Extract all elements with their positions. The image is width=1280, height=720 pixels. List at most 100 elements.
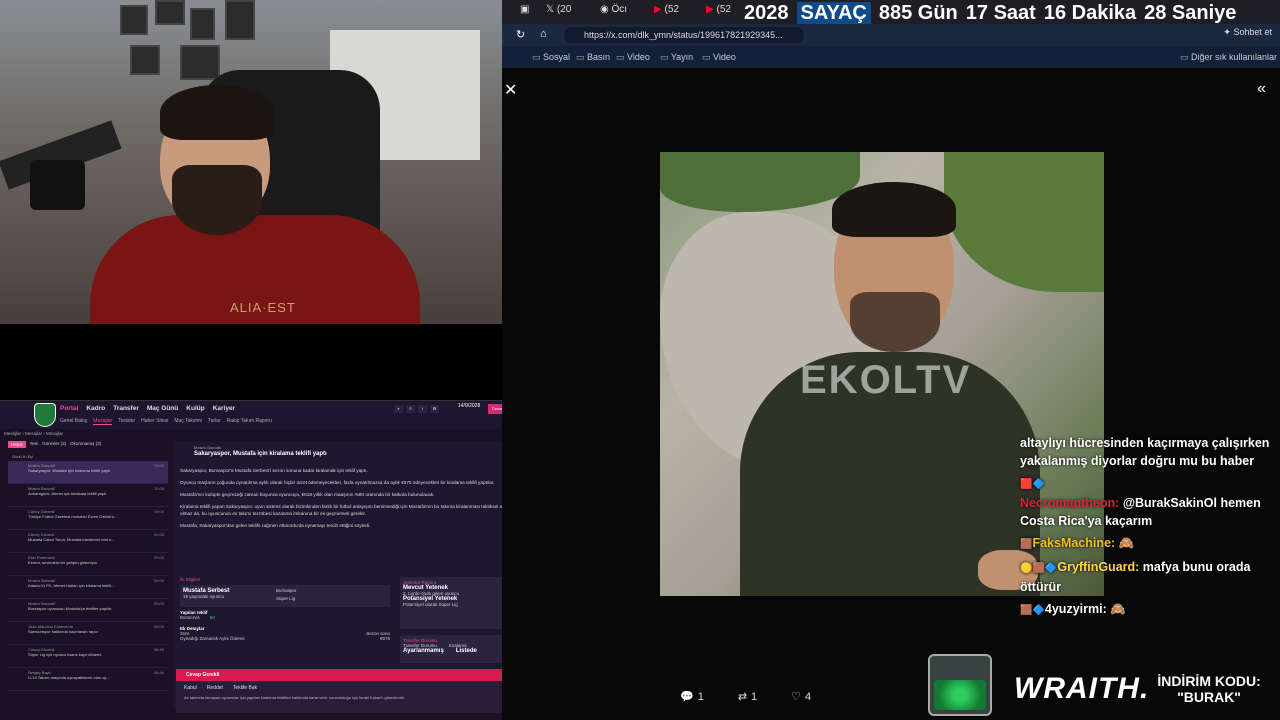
url-bar[interactable]: https://x.com/dlk_ymn/status/19961782192… [564,27,804,43]
extra-key: Oynadığı Zamanlık Aylık Ödeme [180,636,245,641]
player-card[interactable]: Mustafa Serbest Bursaspor Süper Lig 19 y… [180,585,390,607]
promo-value: "BURAK" [1177,689,1241,705]
tab-chrome[interactable]: ◉ Öcı [600,4,627,15]
search-icon[interactable]: ⌕ [394,405,403,413]
badge-icons: 🟡🟫🔷 [1020,563,1058,574]
accept-button[interactable]: Kabul [184,685,197,691]
msg-time: 09:00 [153,624,164,629]
game-topbar: Portal Kadro Transfer Maç Günü Kulüp Kar… [0,401,566,429]
tab-x[interactable]: 𝕏 (20 [546,4,571,15]
extra-value: €575 [379,636,390,641]
repost-button[interactable]: ⇄ 1 [738,690,757,704]
subnav-tours[interactable]: Turlar [208,418,221,425]
tab-label: (20 [556,4,572,15]
nav-matchday[interactable]: Maç Günü [147,405,178,412]
detail-body: Sakaryaspor, Bursaspor'a Mustafa Serbest… [180,467,540,534]
reject-button[interactable]: Reddet [207,685,223,691]
list-item[interactable]: Mosim Savcıdil Sakaryaspor, Mustafa için … [8,461,168,484]
subnav-fixtures[interactable]: Maç Takvimi [174,418,201,425]
alert-icon[interactable]: ! [418,405,427,413]
msg-time: 10:02 [153,463,164,468]
collapse-icon[interactable]: « [1257,80,1266,98]
chat-button[interactable]: ✦ Sohbet et [1223,27,1272,38]
msg-time: 08:49 [153,647,164,652]
list-item[interactable]: Juan Mauricio Echeverrie Samsunspor hakkı… [8,622,168,645]
streamer-beard [172,165,262,235]
list-item[interactable]: Sergey Bayk U-19 Takımı maçında oynayabil… [8,668,168,691]
game-sub-nav: Genel Bakış Mesajlar Tesisler Haber Site… [60,418,272,425]
other-bookmarks[interactable]: Diğer sık kullanılanlar [1180,52,1277,63]
detail-paragraph: Oyuncu maçların çoğunda oynatılırsa aylı… [180,480,495,485]
chat-username: FaksMachine: [1032,536,1116,550]
inbox-tab-unread[interactable]: Okunmamış (3) [70,441,101,448]
home-icon[interactable]: ⌂ [540,28,547,40]
reply-count: 1 [697,690,704,703]
msg-text: U-19 Takımı maçında oynayabilecek olan o… [28,675,110,680]
tree-foliage [660,152,860,212]
inbox-tab-new[interactable]: Yeni [30,441,39,448]
list-item[interactable]: Mosim Savcıdil Adana 01 FK, Ahmet Hakan i… [8,576,168,599]
detail-title: Sakaryaspor, Mustafa için kiralama tekli… [194,451,327,457]
list-item[interactable]: Mosim Savcıdil Bursaspor oyuncusu Mustafa… [8,599,168,622]
msg-text: Mustafa Cabul Torun, Mustafa transferini… [28,537,115,542]
detail-paragraph: Mustafa, Sakaryaspor'dan gelen teklife r… [180,523,371,528]
list-item[interactable]: Cüney Güvenli Türkiye Futbol Gazetesi muh… [8,507,168,530]
inbox-tab-all[interactable]: Hepsi [8,441,26,448]
game-main-nav: Portal Kadro Transfer Maç Günü Kulüp Kar… [60,405,235,412]
nav-transfer[interactable]: Transfer [113,405,139,412]
close-icon[interactable]: ✕ [504,80,520,99]
subnav-messages[interactable]: Mesajlar [93,418,113,425]
tab-label: (52 [664,4,679,15]
inbox-tab-tasks[interactable]: Görevler (3) [42,441,66,448]
list-item[interactable]: Mosim Savcıdil Ankaragücü, Ahmet için kir… [8,484,168,507]
microphone-icon [30,160,85,210]
shirt-logo: ALIA·EST [230,300,296,315]
nav-portal[interactable]: Portal [60,405,78,412]
subnav-facilities[interactable]: Tesisler [118,418,135,425]
reload-icon[interactable]: ↻ [516,28,525,41]
extra-row: Oynadığı Zamanlık Aylık Ödeme €575 [180,636,390,641]
settings-icon[interactable]: ⚙ [430,405,439,413]
view-offer-button[interactable]: Teklife Bak [233,685,257,691]
countdown-days: 885 Gün [878,2,958,24]
msg-text: Kerem, sevindirici bir gelişim gösteriyo… [28,560,98,565]
nav-career[interactable]: Kariyer [213,405,235,412]
bookmark-folder[interactable]: Video [702,52,736,63]
msg-time: 10:00 [153,486,164,491]
countdown-label: SAYAÇ [796,2,871,25]
msg-time: 09:00 [153,555,164,560]
stream-chat-overlay: altaylıyı hücresinden kaçırmaya çalışırk… [1020,434,1270,624]
like-button[interactable]: ♡ 4 [791,690,811,704]
nav-club[interactable]: Kulüp [186,405,204,412]
list-item[interactable]: Ekin Rotemanz Kerem, sevindirici bir geli… [8,553,168,576]
club-crest-icon[interactable] [34,403,56,427]
subnav-news[interactable]: Haber Sitesi [141,418,168,425]
countdown-hours: 17 Saat [965,2,1036,24]
subnav-opponent-report[interactable]: Rakip Takım Raporu [227,418,272,425]
tab-youtube-1[interactable]: ▶ (52 [654,4,679,15]
subnav-overview[interactable]: Genel Bakış [60,418,87,425]
promo-label: İNDİRİM KODU: [1157,673,1261,689]
person-beard [850,292,940,352]
promo-code: İNDİRİM KODU: "BURAK" [1157,673,1260,705]
chat-message: 🟥🔷 Necromantheon: @BurakSakinOl hemen Cos… [1020,474,1270,530]
list-item[interactable]: Cüney Güvenli Mustafa Cabul Torun, Mustaf… [8,530,168,553]
msg-text: Adana 01 FK, Ahmet Hakan için kiralama t… [28,583,115,588]
coach-report: Antrenör Raporu Mevcut Yetenek 2. Lig'de… [400,577,506,629]
msg-time: 09:00 [153,509,164,514]
bookmark-folder[interactable]: Basın [576,52,610,63]
tab-icon[interactable]: ▣ [520,4,529,15]
tab-youtube-2[interactable]: ▶ (52 [706,4,731,15]
menu-icon[interactable]: ≡ [406,405,415,413]
football-manager-window: Portal Kadro Transfer Maç Günü Kulüp Kar… [0,400,566,720]
reply-button[interactable]: 💬 1 [680,690,704,704]
bookmark-folder[interactable]: Yayın [660,52,693,63]
offer-row: Bonservis €0 [180,615,390,620]
list-item[interactable]: Cüney Güvenli Süper Lig için oyuncu lisan… [8,645,168,668]
bookmark-folder[interactable]: Video [616,52,650,63]
bookmark-folder[interactable]: Sosyal [532,52,570,63]
chat-text: 🙈 [1110,602,1126,616]
detail-paragraph: Kiralama teklifi yapan Sakaryaspor, oyun… [180,504,529,516]
nav-squad[interactable]: Kadro [86,405,105,412]
chat-message: 🟡🟫🔷GryffinGuard: mafya bunu orada öttürü… [1020,558,1270,596]
